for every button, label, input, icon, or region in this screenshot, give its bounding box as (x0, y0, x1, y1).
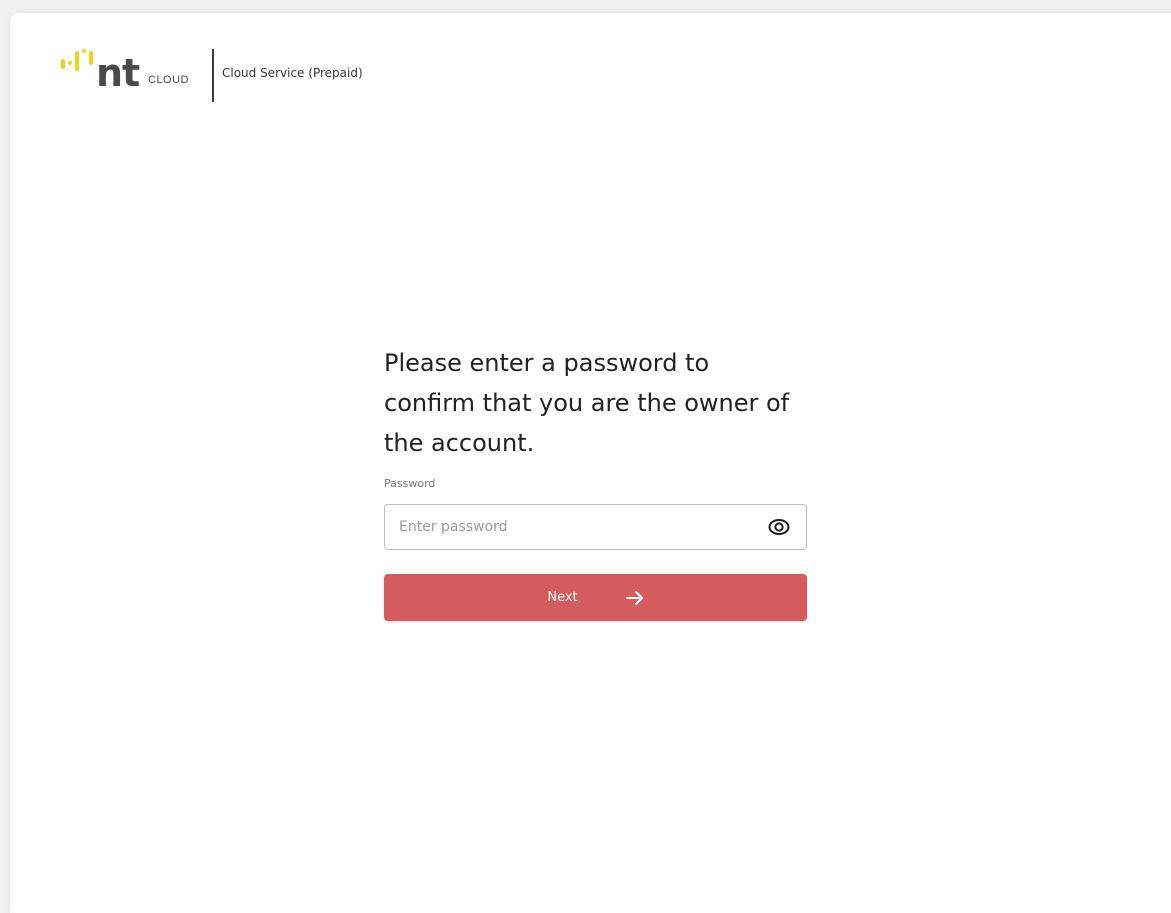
nt-cloud-logo: nt CLOUD (60, 41, 210, 101)
password-input[interactable] (385, 505, 755, 549)
form-title: Please enter a password to confirm that … (384, 349, 790, 457)
next-button[interactable]: Next (384, 574, 807, 621)
logo-text: nt (96, 51, 140, 95)
service-subtitle: Cloud Service (Prepaid) (222, 66, 363, 80)
header: nt CLOUD Cloud Service (Prepaid) (60, 41, 363, 102)
next-button-label: Next (547, 590, 578, 605)
arrow-right-icon (625, 590, 643, 605)
eye-icon[interactable] (768, 517, 790, 537)
page-card: nt CLOUD Cloud Service (Prepaid) Please … (10, 13, 1171, 913)
password-confirm-form: Please enter a password to confirm that … (384, 343, 807, 621)
header-divider (212, 48, 214, 102)
password-field (384, 504, 807, 550)
password-label: Password (384, 477, 436, 490)
logo-subtext: CLOUD (148, 74, 190, 86)
